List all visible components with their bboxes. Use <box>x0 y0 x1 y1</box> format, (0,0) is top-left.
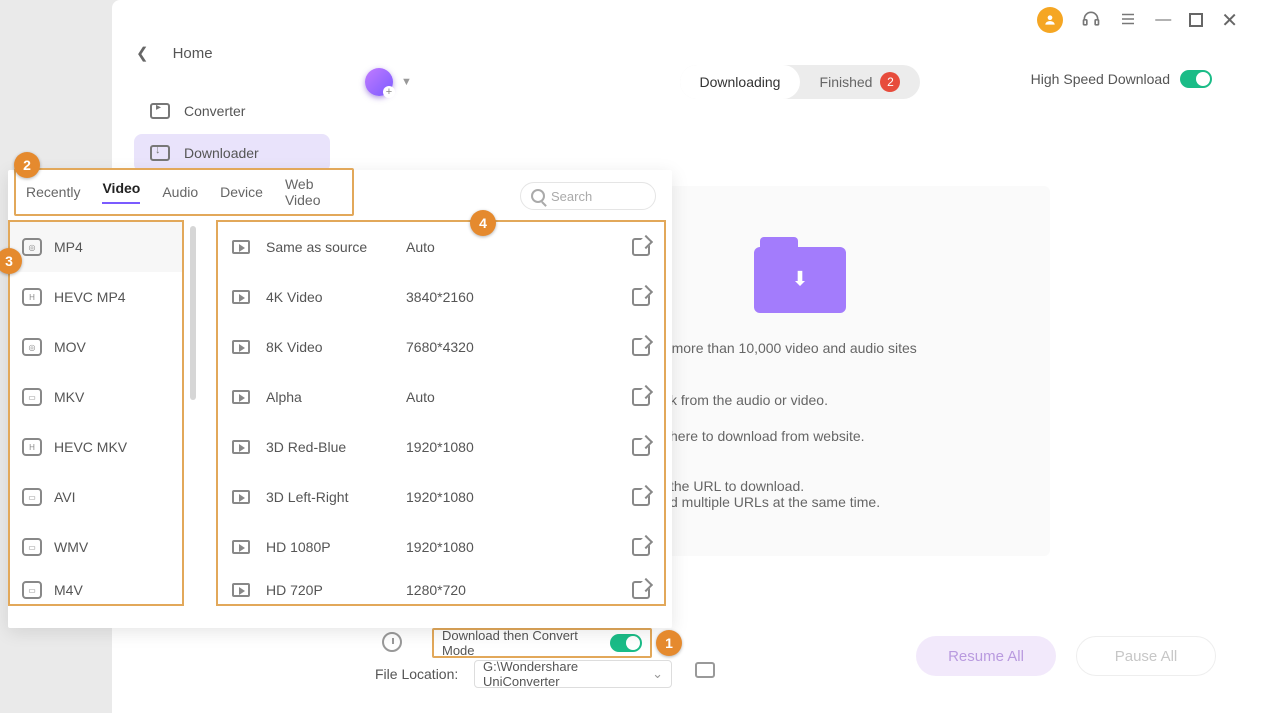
video-icon <box>232 540 250 554</box>
converter-icon <box>150 103 170 119</box>
paste-url-dropdown[interactable]: ▼ <box>401 76 412 88</box>
convert-mode-toggle[interactable] <box>610 634 642 652</box>
edit-icon[interactable] <box>632 538 650 556</box>
format-hevc-mp4[interactable]: HHEVC MP4 <box>10 272 182 322</box>
video-icon <box>232 440 250 454</box>
pause-all-button[interactable]: Pause All <box>1076 636 1216 676</box>
menu-icon[interactable] <box>1119 10 1137 31</box>
chevron-down-icon: ⌄ <box>652 666 663 682</box>
format-tabs-highlight: Recently Video Audio Device Web Video <box>14 168 354 216</box>
file-location-label: File Location: <box>375 666 458 682</box>
hsdl-toggle[interactable] <box>1180 70 1212 88</box>
open-folder-button[interactable] <box>695 662 715 678</box>
resolution-row[interactable]: 3D Red-Blue1920*1080 <box>218 422 664 472</box>
tab-device[interactable]: Device <box>220 184 263 200</box>
convert-mode-highlight: Download then Convert Mode <box>432 628 652 658</box>
format-mkv[interactable]: ▭MKV <box>10 372 182 422</box>
format-mp4[interactable]: ◎MP4 <box>10 222 182 272</box>
tab-video[interactable]: Video <box>102 180 140 204</box>
format-hevc-mkv[interactable]: HHEVC MKV <box>10 422 182 472</box>
resolution-row[interactable]: 3D Left-Right1920*1080 <box>218 472 664 522</box>
video-icon <box>232 583 250 597</box>
resolution-list-highlight: Same as sourceAuto 4K Video3840*2160 8K … <box>216 220 666 606</box>
edit-icon[interactable] <box>632 581 650 599</box>
minimize-button[interactable]: — <box>1155 11 1171 29</box>
edit-icon[interactable] <box>632 488 650 506</box>
back-chevron-icon[interactable]: ❮ <box>136 44 149 62</box>
tab-audio[interactable]: Audio <box>162 184 198 200</box>
annotation-1: 1 <box>656 630 682 656</box>
format-icon: H <box>22 438 42 456</box>
resolution-row[interactable]: HD 720P1280*720 <box>218 572 664 608</box>
resolution-row[interactable]: HD 1080P1920*1080 <box>218 522 664 572</box>
file-location-select[interactable]: G:\Wondershare UniConverter ⌄ <box>474 660 672 688</box>
sidebar-item-converter[interactable]: Converter <box>134 92 330 130</box>
video-icon <box>232 340 250 354</box>
format-wmv[interactable]: ▭WMV <box>10 522 182 572</box>
high-speed-download: High Speed Download <box>1031 70 1212 88</box>
resolution-row[interactable]: AlphaAuto <box>218 372 664 422</box>
edit-icon[interactable] <box>632 438 650 456</box>
format-icon: ◎ <box>22 238 42 256</box>
plus-icon: + <box>383 86 395 98</box>
search-placeholder: Search <box>551 189 592 204</box>
file-location-value: G:\Wondershare UniConverter <box>483 659 652 689</box>
download-arrow-icon: ⬇ <box>792 266 809 291</box>
sidebar-item-downloader[interactable]: Downloader <box>134 134 330 172</box>
video-icon <box>232 240 250 254</box>
edit-icon[interactable] <box>632 338 650 356</box>
hsdl-label: High Speed Download <box>1031 71 1170 87</box>
format-chooser-popup: Recently Video Audio Device Web Video Se… <box>8 170 672 628</box>
format-icon: ◎ <box>22 338 42 356</box>
resume-all-button[interactable]: Resume All <box>916 636 1056 676</box>
maximize-button[interactable] <box>1189 13 1203 27</box>
resolution-row[interactable]: Same as sourceAuto <box>218 222 664 272</box>
resolution-row[interactable]: 8K Video7680*4320 <box>218 322 664 372</box>
titlebar: — ✕ <box>1037 0 1262 40</box>
annotation-2: 2 <box>14 152 40 178</box>
segment-downloading[interactable]: Downloading <box>680 65 800 99</box>
convert-mode-label: Download then Convert Mode <box>442 628 600 658</box>
edit-icon[interactable] <box>632 238 650 256</box>
annotation-4: 4 <box>470 210 496 236</box>
resolution-row[interactable]: 4K Video3840*2160 <box>218 272 664 322</box>
segment-finished[interactable]: Finished 2 <box>800 65 920 99</box>
edit-icon[interactable] <box>632 288 650 306</box>
breadcrumb[interactable]: ❮ Home <box>136 44 213 62</box>
sidebar-label-downloader: Downloader <box>184 145 259 161</box>
schedule-icon[interactable] <box>382 632 402 652</box>
format-icon: ▭ <box>22 488 42 506</box>
empty-line-3b: d multiple URLs at the same time. <box>670 494 880 510</box>
format-m4v[interactable]: ▭M4V <box>10 572 182 608</box>
finished-count-badge: 2 <box>880 72 900 92</box>
format-scrollbar[interactable] <box>190 226 196 400</box>
format-icon: ▭ <box>22 538 42 556</box>
video-icon <box>232 290 250 304</box>
status-segmented: Downloading Finished 2 <box>680 65 920 99</box>
download-folder-illustration: ⬇ <box>675 230 925 330</box>
user-avatar[interactable] <box>1037 7 1063 33</box>
downloader-icon <box>150 145 170 161</box>
headset-icon[interactable] <box>1081 9 1101 32</box>
format-icon: ▭ <box>22 388 42 406</box>
format-search[interactable]: Search <box>520 182 656 210</box>
tab-recently[interactable]: Recently <box>26 184 80 200</box>
video-icon <box>232 390 250 404</box>
paste-url-button[interactable]: + <box>365 68 393 96</box>
edit-icon[interactable] <box>632 388 650 406</box>
sidebar-label-converter: Converter <box>184 103 245 119</box>
search-icon <box>531 189 545 203</box>
tab-web-video[interactable]: Web Video <box>285 176 342 208</box>
format-icon: H <box>22 288 42 306</box>
format-mov[interactable]: ◎MOV <box>10 322 182 372</box>
format-list-highlight: ◎MP4 HHEVC MP4 ◎MOV ▭MKV HHEVC MKV ▭AVI … <box>8 220 184 606</box>
empty-line-1: k from the audio or video. <box>670 392 828 408</box>
video-icon <box>232 490 250 504</box>
format-avi[interactable]: ▭AVI <box>10 472 182 522</box>
empty-line-3a: the URL to download. <box>670 478 804 494</box>
close-button[interactable]: ✕ <box>1221 8 1238 33</box>
home-label: Home <box>173 45 213 62</box>
empty-line-2: here to download from website. <box>670 428 865 444</box>
format-icon: ▭ <box>22 581 42 599</box>
